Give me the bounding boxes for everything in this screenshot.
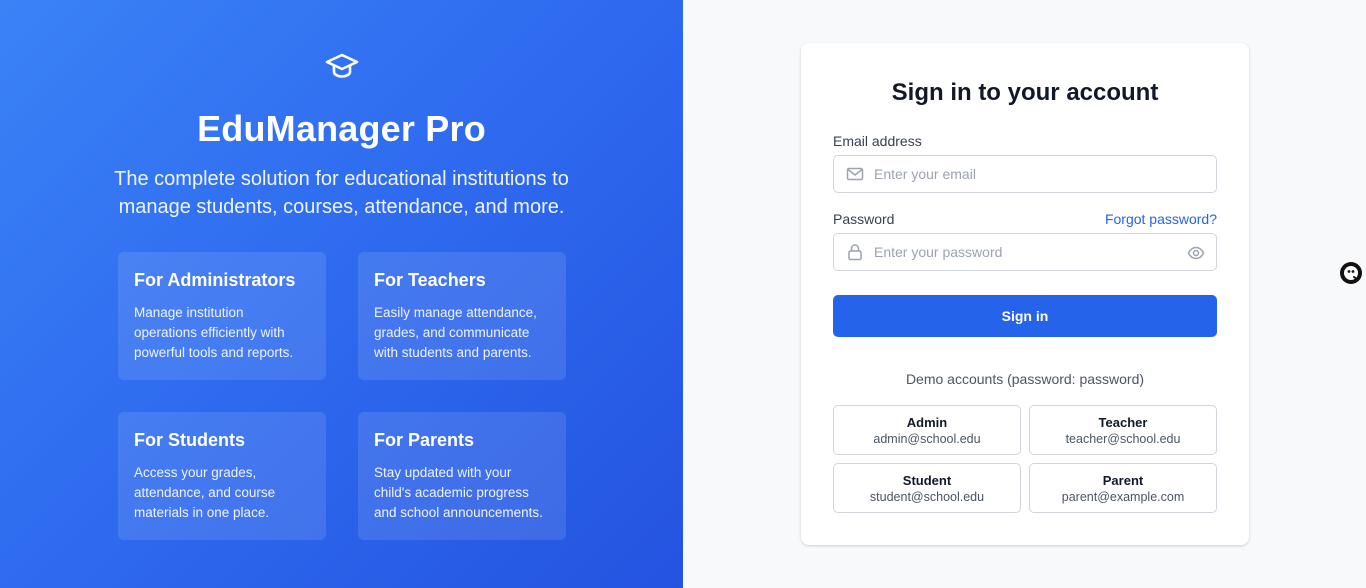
email-field-wrapper bbox=[833, 155, 1217, 193]
feature-title: For Administrators bbox=[134, 270, 296, 290]
demo-account-email: parent@example.com bbox=[1061, 490, 1185, 504]
feature-title: For Teachers bbox=[374, 270, 486, 290]
feature-text: Access your grades, attendance, and cour… bbox=[134, 465, 276, 520]
login-card: Sign in to your account Email address Pa… bbox=[801, 43, 1249, 545]
app-tagline: The complete solution for educational in… bbox=[114, 168, 569, 218]
mail-icon bbox=[846, 167, 864, 181]
password-label: Password bbox=[833, 211, 895, 227]
email-label: Email address bbox=[833, 133, 922, 149]
login-title: Sign in to your account bbox=[891, 79, 1159, 106]
password-input[interactable] bbox=[874, 234, 1174, 270]
demo-account-email: admin@school.edu bbox=[873, 432, 981, 446]
hero-panel: EduManager Pro The complete solution for… bbox=[0, 0, 683, 588]
email-input[interactable] bbox=[874, 156, 1174, 192]
feature-text: Manage institution operations efficientl… bbox=[134, 305, 294, 360]
demo-account-parent[interactable]: Parent parent@example.com bbox=[1029, 463, 1217, 513]
feature-card-administrators: For Administrators Manage institution op… bbox=[118, 252, 326, 380]
login-panel: Sign in to your account Email address Pa… bbox=[683, 0, 1366, 588]
lock-icon bbox=[848, 244, 862, 261]
feature-card-parents: For Parents Stay updated with your child… bbox=[358, 412, 566, 540]
assistant-widget-icon[interactable] bbox=[1339, 261, 1363, 285]
password-field-wrapper bbox=[833, 233, 1217, 271]
demo-account-role: Teacher bbox=[1098, 415, 1148, 430]
app-title: EduManager Pro bbox=[197, 108, 486, 149]
demo-account-email: student@school.edu bbox=[869, 490, 985, 504]
graduation-cap-icon bbox=[325, 53, 359, 78]
feature-text: Easily manage attendance, grades, and co… bbox=[374, 305, 537, 360]
feature-title: For Students bbox=[134, 430, 245, 450]
eye-icon[interactable] bbox=[1187, 244, 1205, 262]
demo-account-role: Student bbox=[902, 473, 952, 488]
login-page: EduManager Pro The complete solution for… bbox=[0, 0, 1366, 588]
demo-account-role: Parent bbox=[1102, 473, 1144, 488]
feature-card-students: For Students Access your grades, attenda… bbox=[118, 412, 326, 540]
sign-in-button[interactable]: Sign in bbox=[833, 295, 1217, 337]
forgot-password-link[interactable]: Forgot password? bbox=[1105, 211, 1217, 227]
demo-account-teacher[interactable]: Teacher teacher@school.edu bbox=[1029, 405, 1217, 455]
demo-account-admin[interactable]: Admin admin@school.edu bbox=[833, 405, 1021, 455]
demo-account-email: teacher@school.edu bbox=[1065, 432, 1181, 446]
demo-account-student[interactable]: Student student@school.edu bbox=[833, 463, 1021, 513]
feature-card-teachers: For Teachers Easily manage attendance, g… bbox=[358, 252, 566, 380]
feature-title: For Parents bbox=[374, 430, 475, 450]
demo-account-role: Admin bbox=[906, 415, 948, 430]
demo-accounts-heading: Demo accounts (password: password) bbox=[905, 371, 1145, 387]
feature-text: Stay updated with your child's academic … bbox=[374, 465, 543, 520]
